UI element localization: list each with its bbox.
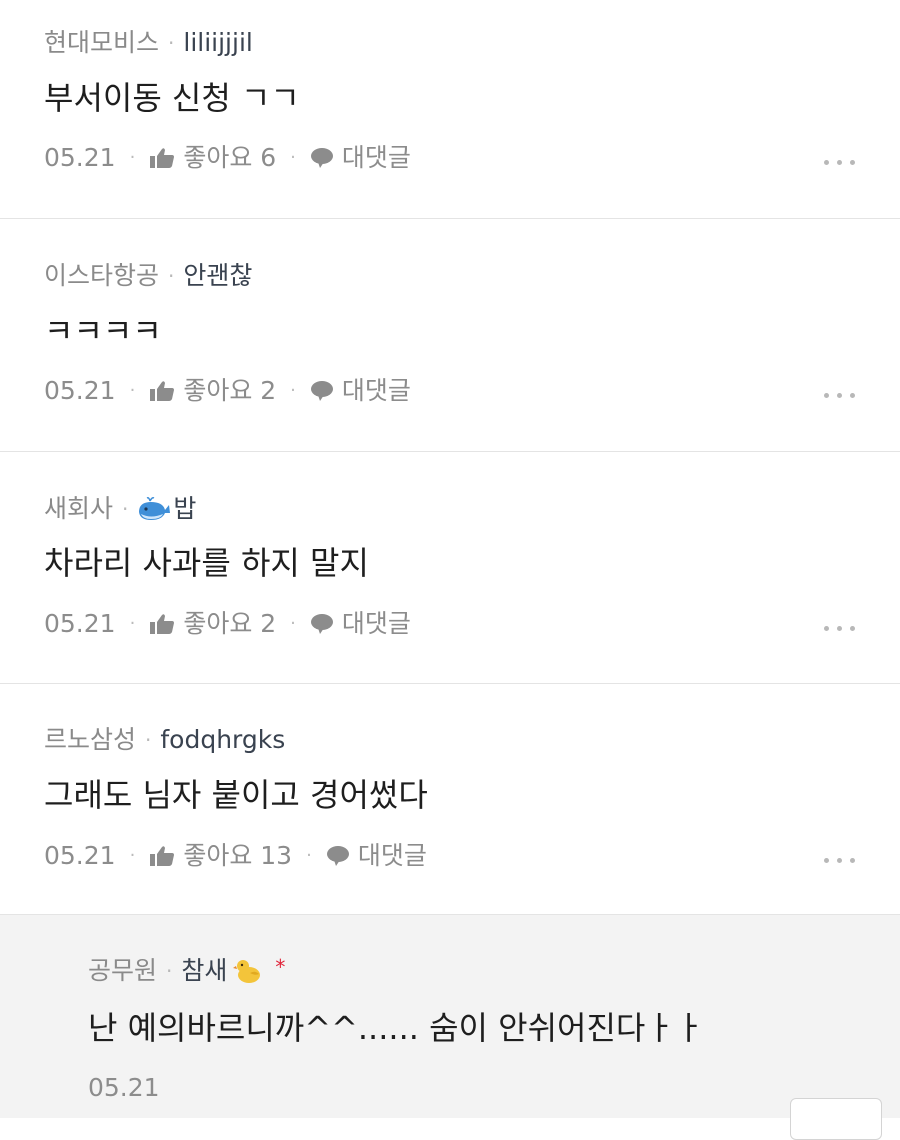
more-options-button[interactable] bbox=[824, 385, 860, 405]
comment-text: 그래도 님자 붙이고 경어썼다 bbox=[44, 776, 428, 814]
floating-button[interactable] bbox=[790, 1098, 882, 1140]
reply-button[interactable]: 대댓글 bbox=[310, 142, 411, 174]
company-name: 이스타항공 bbox=[44, 261, 160, 290]
more-dot bbox=[837, 160, 842, 165]
like-button[interactable]: 좋아요 6 bbox=[149, 142, 276, 174]
comment-date: 05.21 bbox=[44, 609, 116, 638]
like-count: 좋아요 2 bbox=[183, 609, 277, 638]
more-dots-icon bbox=[824, 626, 829, 631]
meta-separator: · bbox=[168, 31, 175, 55]
company-name: 공무원 bbox=[88, 956, 158, 985]
meta-separator: · bbox=[166, 959, 173, 983]
more-dot bbox=[850, 858, 855, 863]
speech-bubble-icon bbox=[326, 846, 349, 866]
comment-date: 05.21 bbox=[44, 143, 116, 172]
like-button[interactable]: 좋아요 13 bbox=[149, 840, 292, 872]
more-dot bbox=[837, 393, 842, 398]
comment-meta: 새회사 · 밥 bbox=[44, 493, 196, 525]
thumbs-up-icon bbox=[150, 846, 175, 866]
company-name: 새회사 bbox=[44, 494, 114, 523]
more-dots-icon bbox=[824, 393, 829, 398]
like-count: 좋아요 6 bbox=[183, 143, 277, 172]
comment-text: 부서이동 신청 ㄱㄱ bbox=[44, 79, 300, 117]
more-dot bbox=[837, 626, 842, 631]
reply-text: 난 예의바르니까^^...... 숨이 안쉬어진다ㅏㅏ bbox=[88, 1009, 705, 1047]
meta-separator: · bbox=[122, 497, 129, 521]
more-dots-icon bbox=[824, 160, 829, 165]
comment-date: 05.21 bbox=[44, 841, 116, 870]
comment-text: ㅋㅋㅋㅋ bbox=[44, 312, 162, 350]
meta-separator: · bbox=[290, 380, 296, 401]
more-options-button[interactable] bbox=[824, 850, 860, 870]
more-dot bbox=[837, 858, 842, 863]
more-options-button[interactable] bbox=[824, 618, 860, 638]
like-button[interactable]: 좋아요 2 bbox=[149, 375, 276, 407]
author-nickname[interactable]: 밥 bbox=[173, 493, 196, 525]
whale-icon bbox=[139, 497, 171, 520]
comment-actions: 05.21 · 좋아요 2 · 대댓글 bbox=[44, 608, 411, 640]
comment-item: 르노삼성 · fodqhrgks 그래도 님자 붙이고 경어썼다 05.21 ·… bbox=[0, 684, 900, 915]
speech-bubble-icon bbox=[310, 381, 333, 401]
meta-separator: · bbox=[145, 728, 152, 752]
comment-actions: 05.21 · 좋아요 13 · 대댓글 bbox=[44, 840, 427, 872]
reply-button[interactable]: 대댓글 bbox=[310, 608, 411, 640]
reply-date: 05.21 bbox=[88, 1073, 160, 1102]
author-nickname[interactable]: liliijjjil bbox=[183, 27, 252, 59]
comment-item: 새회사 · 밥 차라리 사과를 하지 말지 05.21 · 좋아요 2 · 대댓… bbox=[0, 452, 900, 684]
like-count: 좋아요 13 bbox=[183, 841, 293, 870]
speech-bubble-icon bbox=[310, 614, 333, 634]
comment-item: 현대모비스 · liliijjjil 부서이동 신청 ㄱㄱ 05.21 · 좋아… bbox=[0, 0, 900, 219]
reply-label: 대댓글 bbox=[341, 609, 411, 638]
like-button[interactable]: 좋아요 2 bbox=[149, 608, 276, 640]
meta-separator: · bbox=[129, 613, 136, 634]
comment-actions: 05.21 · 좋아요 2 · 대댓글 bbox=[44, 375, 411, 407]
meta-separator: · bbox=[290, 613, 296, 634]
author-nickname[interactable]: 참새 bbox=[181, 955, 227, 987]
meta-separator: · bbox=[129, 380, 136, 401]
more-dot bbox=[850, 393, 855, 398]
comment-meta: 이스타항공 · 안괜찮 bbox=[44, 260, 252, 292]
reply-meta: 공무원 · 참새 * bbox=[88, 955, 285, 987]
reply-button[interactable]: 대댓글 bbox=[310, 375, 411, 407]
meta-separator: · bbox=[306, 845, 312, 866]
reply-button[interactable]: 대댓글 bbox=[326, 840, 427, 872]
meta-separator: · bbox=[129, 845, 136, 866]
more-dots-icon bbox=[824, 858, 829, 863]
reply-label: 대댓글 bbox=[341, 376, 411, 405]
meta-separator: · bbox=[129, 147, 136, 168]
more-dot bbox=[850, 160, 855, 165]
comment-actions: 05.21 · 좋아요 6 · 대댓글 bbox=[44, 142, 411, 174]
chick-icon bbox=[233, 960, 261, 983]
more-options-button[interactable] bbox=[824, 152, 860, 172]
thumbs-up-icon bbox=[150, 614, 175, 634]
thumbs-up-icon bbox=[150, 148, 175, 168]
author-nickname[interactable]: fodqhrgks bbox=[160, 724, 285, 756]
author-nickname[interactable]: 안괜찮 bbox=[183, 260, 252, 292]
comment-date: 05.21 bbox=[44, 376, 116, 405]
company-name: 현대모비스 bbox=[44, 28, 160, 57]
comment-meta: 르노삼성 · fodqhrgks bbox=[44, 724, 285, 756]
comment-meta: 현대모비스 · liliijjjil bbox=[44, 27, 253, 59]
meta-separator: · bbox=[168, 264, 175, 288]
company-name: 르노삼성 bbox=[44, 725, 137, 754]
reply-label: 대댓글 bbox=[357, 841, 427, 870]
thumbs-up-icon bbox=[150, 381, 175, 401]
meta-separator: · bbox=[290, 147, 296, 168]
reply-item: 공무원 · 참새 * 난 예의바르니까^^...... 숨이 안쉬어진다ㅏㅏ 0… bbox=[0, 915, 900, 1140]
like-count: 좋아요 2 bbox=[183, 376, 277, 405]
reply-label: 대댓글 bbox=[341, 143, 411, 172]
speech-bubble-icon bbox=[310, 148, 333, 168]
comment-item: 이스타항공 · 안괜찮 ㅋㅋㅋㅋ 05.21 · 좋아요 2 · 대댓글 bbox=[0, 219, 900, 452]
reply-actions: 05.21 bbox=[88, 1072, 160, 1104]
comment-text: 차라리 사과를 하지 말지 bbox=[44, 544, 369, 582]
more-dot bbox=[850, 626, 855, 631]
author-mark: * bbox=[275, 955, 286, 979]
